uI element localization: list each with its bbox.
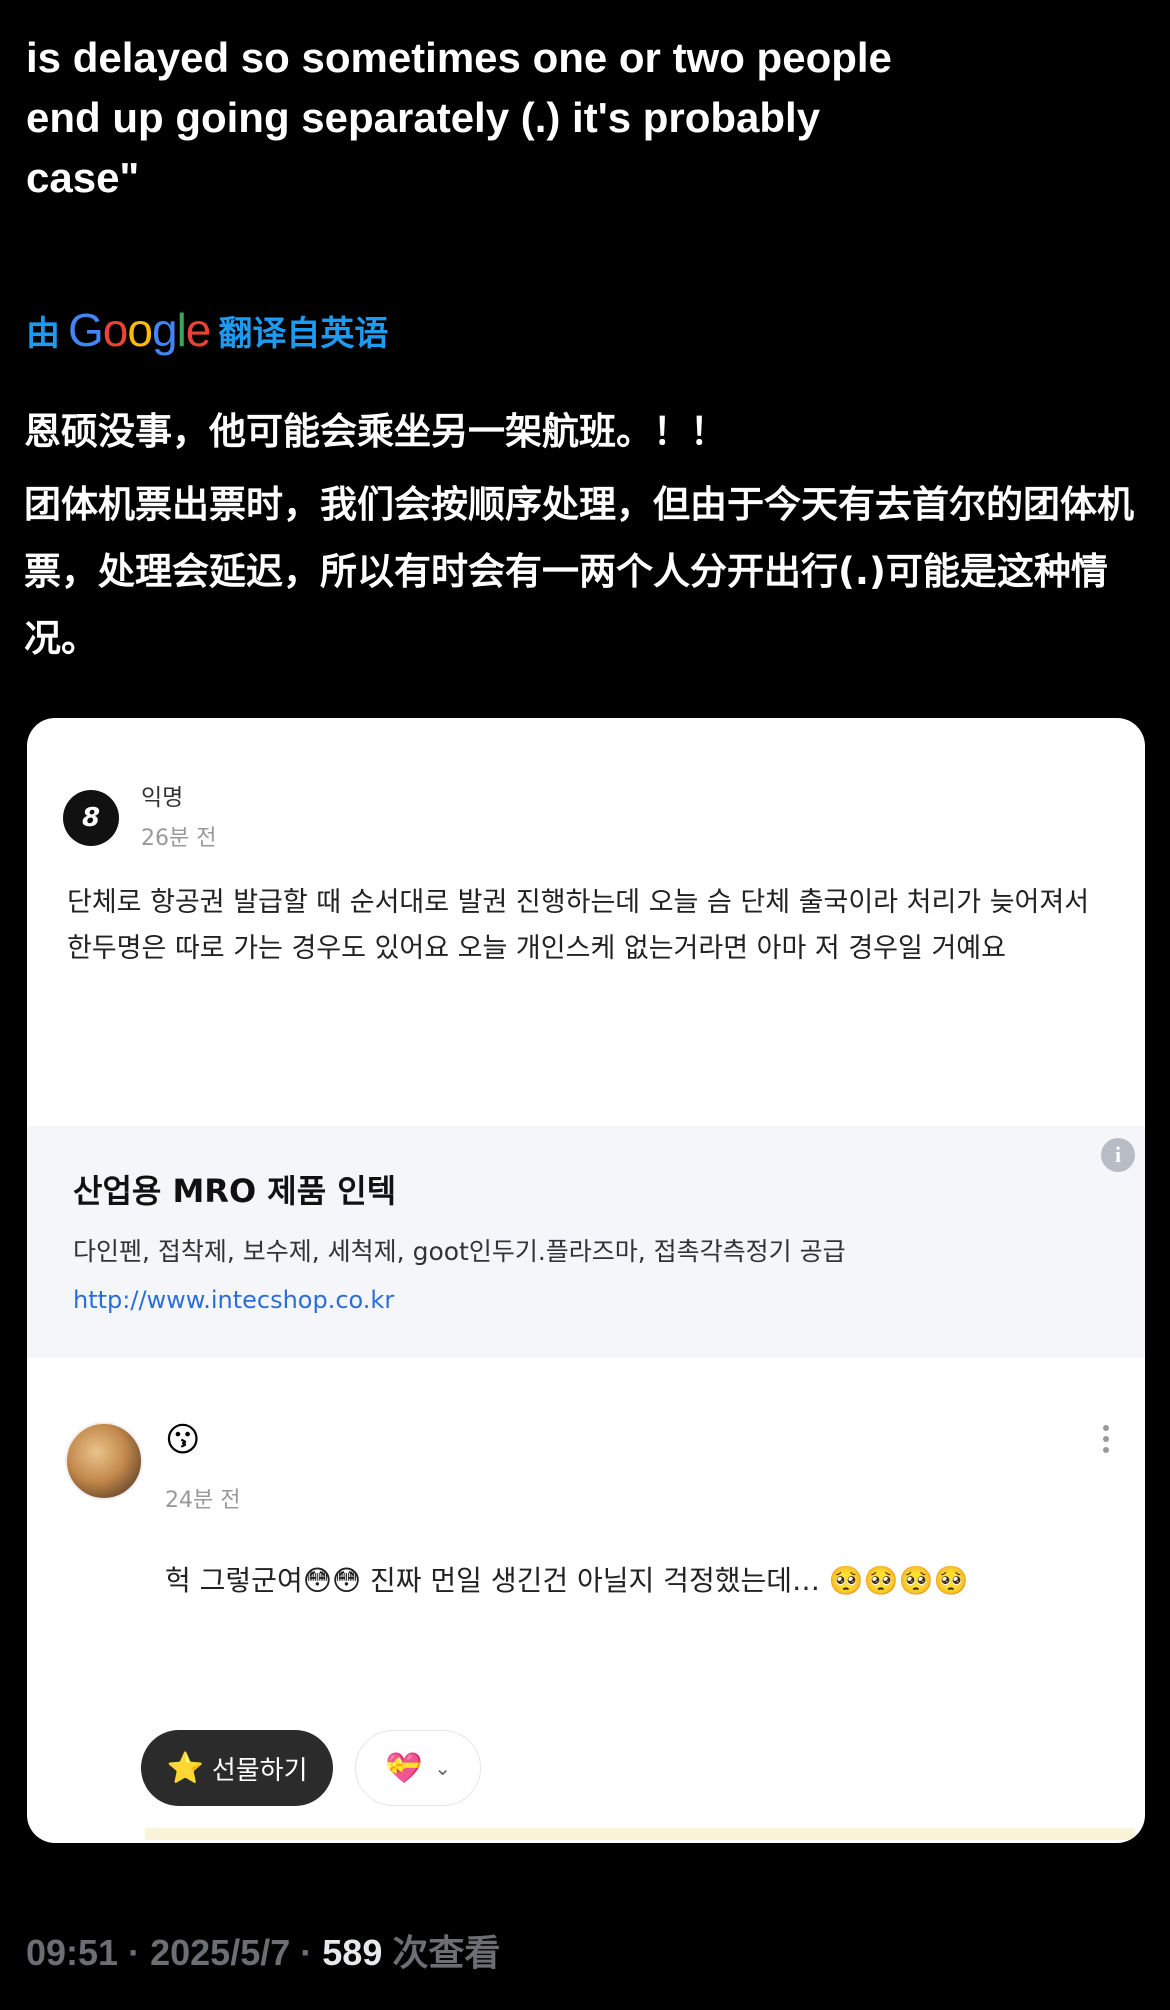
ad-description: 다인펜, 접착제, 보수제, 세척제, goot인두기.플라즈마, 접촉각측정기… bbox=[73, 1237, 846, 1266]
comment-item: 😗 24분 전 헉 그렇군여😳😳 진짜 먼일 생긴건 아닐지 걱정했는데… 🥺🥺… bbox=[27, 1392, 1145, 1842]
comment-body: 헉 그렇군여😳😳 진짜 먼일 생긴건 아닐지 걱정했는데… 🥺🥺🥺🥺 bbox=[165, 1564, 969, 1597]
gift-button[interactable]: ⭐ 선물하기 bbox=[141, 1730, 333, 1806]
ad-info-icon[interactable]: i bbox=[1101, 1138, 1135, 1172]
tweet-chinese-text: 恩硕没事，他可能会乘坐另一架航班。！！ 团体机票出票时，我们会按顺序处理，但由于… bbox=[24, 398, 1144, 672]
gift-label: 선물하기 bbox=[211, 1755, 308, 1786]
chinese-line: 恩硕没事，他可能会乘坐另一架航班。！！ bbox=[24, 410, 727, 453]
chevron-down-icon: ⌄ bbox=[434, 1756, 452, 1780]
translate-prefix: 由 bbox=[26, 313, 60, 354]
view-count: 589 bbox=[322, 1932, 383, 1973]
tweet-english-text: is delayed so sometimes one or two peopl… bbox=[26, 28, 1126, 208]
tweet-date[interactable]: 2025/5/7 bbox=[150, 1932, 290, 1973]
translated-by-google[interactable]: 由 Google 翻译自英语 bbox=[26, 300, 388, 360]
google-logo: Google bbox=[68, 304, 211, 356]
post-author: 익명 bbox=[141, 785, 184, 811]
tweet-meta: 09:51 · 2025/5/7 · 589 次查看 bbox=[26, 1924, 500, 1976]
tweet-screen: is delayed so sometimes one or two peopl… bbox=[0, 0, 1170, 2010]
next-item-edge bbox=[145, 1828, 1135, 1840]
attached-screenshot[interactable]: 8 익명 26분 전 단체로 항공권 발급할 때 순서대로 발권 진행하는데 오… bbox=[27, 718, 1145, 1843]
more-options-icon[interactable] bbox=[1103, 1420, 1109, 1458]
post-body: 단체로 항공권 발급할 때 순서대로 발권 진행하는데 오늘 슴 단체 출국이라… bbox=[67, 887, 1090, 964]
post-header: 8 익명 26분 전 bbox=[63, 784, 216, 852]
comment-time: 24분 전 bbox=[165, 1488, 241, 1513]
translate-suffix: 翻译自英语 bbox=[218, 313, 389, 354]
commenter-name-emoji[interactable]: 😗 bbox=[165, 1420, 200, 1460]
reaction-button[interactable]: 💝 ⌄ bbox=[355, 1730, 481, 1806]
separator: · bbox=[300, 1932, 313, 1973]
commenter-avatar[interactable] bbox=[65, 1422, 143, 1500]
view-label: 次查看 bbox=[392, 1933, 501, 1974]
tweet-time[interactable]: 09:51 bbox=[26, 1932, 118, 1973]
post-time: 26분 전 bbox=[141, 826, 217, 851]
separator: · bbox=[128, 1932, 141, 1973]
english-line: end up going separately (.) it's probabl… bbox=[26, 94, 821, 141]
english-line: case" bbox=[26, 154, 140, 201]
english-line: is delayed so sometimes one or two peopl… bbox=[26, 34, 892, 81]
ad-banner[interactable]: i 산업용 MRO 제품 인텍 다인펜, 접착제, 보수제, 세척제, goot… bbox=[27, 1126, 1145, 1358]
heart-icon: 💝 bbox=[384, 1750, 423, 1786]
anonymous-avatar: 8 bbox=[63, 790, 119, 846]
chinese-paragraph: 团体机票出票时，我们会按顺序处理，但由于今天有去首尔的团体机票，处理会延迟，所以… bbox=[24, 483, 1134, 660]
ad-title[interactable]: 산업용 MRO 제품 인텍 bbox=[73, 1166, 396, 1212]
star-icon: ⭐ bbox=[166, 1750, 204, 1786]
ad-url-link[interactable]: http://www.intecshop.co.kr bbox=[73, 1286, 394, 1314]
